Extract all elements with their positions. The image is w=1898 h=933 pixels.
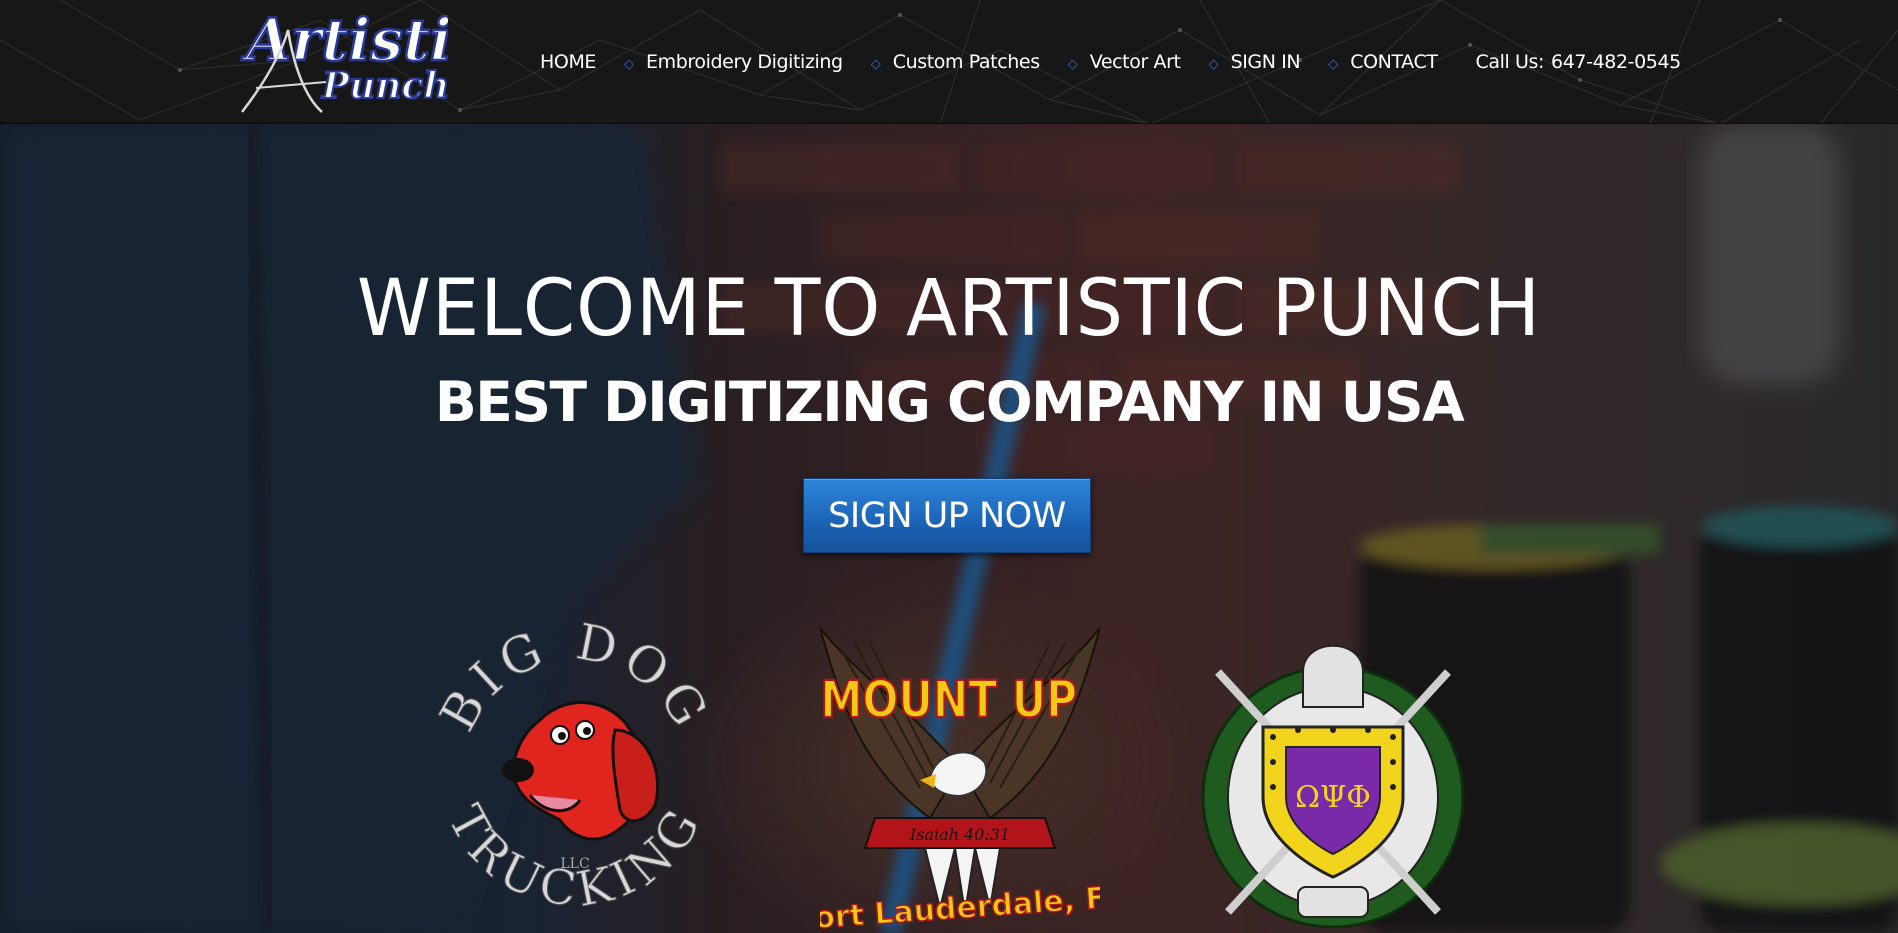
diamond-separator-icon: ◇ [1328, 56, 1339, 72]
sign-up-now-button[interactable]: SIGN UP NOW [803, 478, 1091, 553]
big-dog-trucking-badge: BIG DOG TRUCKING LLC [428, 620, 716, 919]
diamond-separator-icon: ◇ [624, 56, 635, 72]
main-nav: HOME ◇ Embroidery Digitizing ◇ Custom Pa… [520, 0, 1682, 123]
badge-mountup-bottom-text: Fort Lauderdale, FL [820, 880, 1100, 933]
diamond-separator-icon: ◇ [870, 56, 881, 72]
call-us-label: Call Us: [1475, 51, 1545, 73]
hero-subtitle: BEST DIGITIZING COMPANY IN USA [434, 370, 1465, 434]
nav-custom-patches[interactable]: Custom Patches [893, 51, 1040, 73]
badge-mountup-banner-text: Isaiah 40:31 [909, 825, 1010, 844]
badge-crest-letters: ΩΨΦ [1295, 780, 1371, 815]
nav-home[interactable]: HOME [540, 51, 596, 73]
logo-text-bottom: Punch [321, 65, 448, 107]
site-header: Artistic Punch HOME ◇ Embroidery Digitiz… [0, 0, 1898, 124]
mount-up-eagle-badge: MOUNT UP Isaiah 40:31 Fort Lauderdale, F… [820, 627, 1100, 933]
badge-bigdog-small-text: LLC [560, 856, 589, 872]
hero-section: WELCOME TO ARTISTIC PUNCH BEST DIGITIZIN… [0, 124, 1898, 933]
nav-embroidery-digitizing[interactable]: Embroidery Digitizing [646, 51, 843, 73]
nav-contact[interactable]: CONTACT [1350, 51, 1438, 73]
call-us-number[interactable]: 647-482-0545 [1551, 51, 1681, 73]
diamond-separator-icon: ◇ [1067, 56, 1078, 72]
badge-mountup-top-text: MOUNT UP [820, 670, 1077, 729]
nav-vector-art[interactable]: Vector Art [1090, 51, 1181, 73]
fraternity-crest-badge: ΩΨΦ [1201, 644, 1465, 929]
hero-title: WELCOME TO ARTISTIC PUNCH [356, 264, 1542, 354]
call-us-phone[interactable]: Call Us: 647-482-0545 [1475, 51, 1682, 73]
nav-sign-in[interactable]: SIGN IN [1231, 51, 1301, 73]
diamond-separator-icon: ◇ [1208, 56, 1219, 72]
artistic-punch-logo[interactable]: Artistic Punch [236, 8, 448, 118]
red-dog-icon [502, 701, 660, 841]
